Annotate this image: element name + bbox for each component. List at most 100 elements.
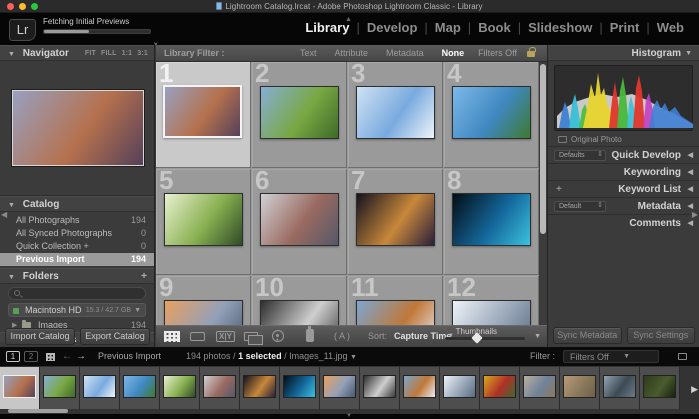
grid-cell-fantasy-artwork[interactable]: 1 [156,62,251,168]
filter-lock-icon[interactable] [678,353,687,360]
filmstrip-cell-dark-forest[interactable] [640,367,680,409]
volume-row[interactable]: Macintosh HD 15.3 / 42.7 GB ▼ [8,303,146,317]
filter-option-metadata[interactable]: Metadata [386,48,424,58]
panel-section-comments[interactable]: Comments◀ [548,214,699,231]
photo-thumbnail-snowy-peaks[interactable] [452,300,531,325]
filmstrip-next-arrow[interactable]: ▶ [691,384,698,395]
module-book[interactable]: Book [478,20,511,35]
filmstrip-thumbnail-tiger-snow[interactable] [403,375,436,398]
photo-thumbnail-lake-shore[interactable] [452,86,531,139]
toolbar-options-chevron-icon[interactable]: ▼ [534,333,541,340]
grid-cell-tiger-snow[interactable]: 11 [348,276,443,325]
navigator-zoom-fit[interactable]: FIT [85,50,96,57]
module-slideshow[interactable]: Slideshow [528,20,592,35]
catalog-item[interactable]: All Synced Photographs0 [0,227,154,240]
import-catalog-button[interactable]: Import Catalog [5,328,75,345]
grid-cell-tree-sunrise[interactable]: 5 [156,169,251,275]
grid-scrollbar-thumb[interactable] [540,64,546,234]
filmstrip-cell-fantasy-artwork[interactable] [0,367,40,409]
add-folder-button[interactable]: + [141,269,147,285]
module-develop[interactable]: Develop [367,20,418,35]
module-map[interactable]: Map [435,20,461,35]
catalog-item[interactable]: All Photographs194 [0,214,154,227]
filmstrip-cell-mountain-sunrise[interactable] [320,367,360,409]
filmstrip-cell-barn-meadow[interactable] [40,367,80,409]
filmstrip-thumbnail-fantasy-artwork[interactable] [3,375,36,398]
histogram-panel[interactable] [554,65,693,131]
sort-direction-icon[interactable]: ( A ) [334,331,350,341]
grid-cell-train-yard[interactable]: 6 [252,169,347,275]
photo-thumbnail-blue-abstract[interactable] [452,193,531,246]
back-arrow-icon[interactable]: ← [62,347,72,366]
panel-section-metadata[interactable]: Default⇕Metadata◀ [548,197,699,214]
panel-section-quick-develop[interactable]: Defaults⇕Quick Develop◀ [548,146,699,163]
photo-thumbnail-train-yard[interactable] [260,193,339,246]
filmstrip-thumbnail-night-skyline[interactable] [243,375,276,398]
filmstrip-cell-folk-painting[interactable] [480,367,520,409]
painter-spray-icon[interactable] [306,329,314,342]
grid-cell-mountain-sunrise[interactable]: 9 [156,276,251,325]
stepper-icon[interactable]: ⇕ [597,150,603,160]
filmstrip-thumbnail-desert-hills[interactable] [563,375,596,398]
photo-thumbnail-sky-branches[interactable] [356,86,435,139]
grid-scrollbar[interactable] [539,62,547,325]
histogram-header[interactable]: Histogram ▼ [548,45,699,61]
add-keyword-button[interactable]: + [556,181,562,198]
stepper-icon[interactable]: ⇕ [597,201,603,211]
filmstrip-thumbnail-snowy-peaks[interactable] [443,375,476,398]
navigator-header[interactable]: ▼ Navigator FITFILL1:13:1 [0,45,154,61]
catalog-item[interactable]: Previous Import194 [0,253,154,266]
sync-settings-button[interactable]: Sync Settings [627,327,696,344]
photo-thumbnail-tiger-snow[interactable] [356,300,435,325]
module-web[interactable]: Web [657,20,684,35]
grid-view-icon[interactable] [46,353,55,361]
grid-view-icon[interactable] [164,331,180,342]
navigator-zoom-1-1[interactable]: 1:1 [122,50,133,57]
loupe-view-icon[interactable] [190,332,205,341]
filmstrip-thumbnail-dark-forest[interactable] [643,375,676,398]
photo-thumbnail-barn-meadow[interactable] [260,86,339,139]
filmstrip-cell-desert-hills[interactable] [560,367,600,409]
preset-dropdown[interactable]: Default⇕ [554,201,606,212]
filmstrip-cell-sky-branches[interactable] [80,367,120,409]
module-print[interactable]: Print [610,20,640,35]
people-view-icon[interactable] [272,330,284,342]
right-panel-collapse-arrow[interactable]: ▶ [692,210,698,219]
filmstrip-filter-dropdown[interactable]: Filters Off ▼ [563,350,659,363]
filmstrip-thumbnail-barn-meadow[interactable] [43,375,76,398]
filmstrip-cell-blue-abstract[interactable] [280,367,320,409]
filmstrip-cell-night-skyline[interactable] [240,367,280,409]
folders-header[interactable]: ▼ Folders + [0,268,154,284]
forward-arrow-icon[interactable]: → [76,347,86,366]
grid-cell-sky-branches[interactable]: 3 [348,62,443,168]
filmstrip-thumbnail-lake-shore[interactable] [123,375,156,398]
filmstrip-thumbnail-lake-reflection[interactable] [603,375,636,398]
bottom-panel-reveal-arrow[interactable]: ▼ [346,413,352,419]
filmstrip-cell-tree-sunrise[interactable] [160,367,200,409]
navigator-zoom-fill[interactable]: FILL [101,50,117,57]
main-window-button[interactable]: 1 [6,351,20,362]
grid-cell-lake-shore[interactable]: 4 [444,62,539,168]
filmstrip-thumbnail-tree-sunrise[interactable] [163,375,196,398]
grid-cell-night-skyline[interactable]: 7 [348,169,443,275]
sync-metadata-button[interactable]: Sync Metadata [553,327,622,344]
filter-option-attribute[interactable]: Attribute [335,48,369,58]
photo-thumbnail-bw-portrait[interactable] [260,300,339,325]
compare-view-icon[interactable]: X|Y [216,331,235,342]
filmstrip-cell-lake-shore[interactable] [120,367,160,409]
filmstrip-status[interactable]: 194 photos / 1 selected / Images_11.jpg … [186,347,357,367]
filter-preset-dropdown[interactable]: Filters Off [478,45,517,62]
panel-section-keyword-list[interactable]: +Keyword List◀ [548,180,699,197]
sort-value-dropdown[interactable]: Capture Time [394,331,451,341]
photo-thumbnail-night-skyline[interactable] [356,193,435,246]
filmstrip-cell-lake-reflection[interactable] [600,367,640,409]
filmstrip-cell-tiger-snow[interactable] [400,367,440,409]
navigator-preview-image[interactable] [12,90,144,166]
thumbnails-slider[interactable] [445,337,525,340]
navigator-zoom-3-1[interactable]: 3:1 [137,50,148,57]
filmstrip-cell-train-yard[interactable] [200,367,240,409]
filmstrip-cell-bw-portrait[interactable] [360,367,400,409]
grid-cell-bw-portrait[interactable]: 10 [252,276,347,325]
grid-cell-barn-meadow[interactable]: 2 [252,62,347,168]
filmstrip-thumbnail-blue-abstract[interactable] [283,375,316,398]
